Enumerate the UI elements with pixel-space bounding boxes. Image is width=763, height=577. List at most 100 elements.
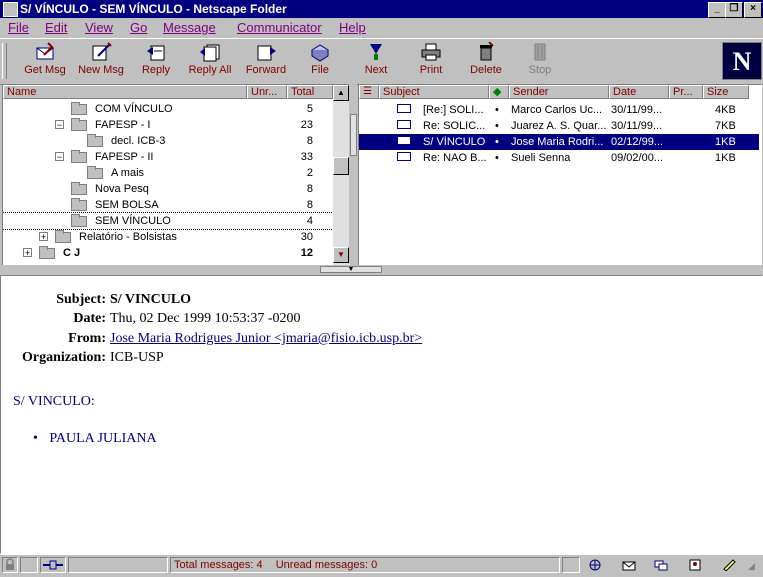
folder-icon (55, 230, 71, 243)
maximize-button[interactable]: ❐ (725, 2, 743, 18)
scroll-down-icon[interactable]: ▼ (333, 247, 349, 263)
progress-box (68, 557, 168, 573)
total-messages: Total messages: 4 (174, 559, 263, 571)
collapse-icon[interactable]: − (55, 120, 64, 130)
message-row[interactable]: Re: NAO B... • Sueli Senna 09/02/00... 1… (359, 150, 759, 166)
folder-row[interactable]: Nova Pesq 8 (3, 181, 333, 197)
sender-column-header[interactable]: Sender (509, 85, 609, 99)
file-icon (311, 44, 329, 62)
address-book-icon[interactable] (688, 559, 702, 571)
menu-go[interactable]: Go (130, 20, 147, 35)
date-value: Thu, 02 Dec 1999 10:53:37 -0200 (110, 311, 301, 326)
netscape-n-icon: N (723, 43, 761, 79)
next-button[interactable]: Next (360, 41, 392, 81)
composer-icon[interactable] (722, 559, 736, 571)
message-row[interactable]: Re: SOLIC... • Juarez A. S. Quar... 30/1… (359, 118, 759, 134)
message-row[interactable]: [Re:] SOLI... • Marco Carlos Uc... 30/11… (359, 102, 759, 118)
status-bar: Total messages: 4 Unread messages: 0 ◢ (0, 554, 763, 577)
delete-icon (480, 42, 494, 61)
folder-row[interactable]: A mais 2 (3, 165, 333, 181)
folder-row[interactable]: + Relatório - Bolsistas 30 (3, 229, 333, 245)
resize-grip-icon[interactable]: ◢ (748, 561, 760, 573)
message-list: [Re:] SOLI... • Marco Carlos Uc... 30/11… (359, 101, 759, 261)
toolbar-grip[interactable] (2, 43, 7, 79)
menu-edit[interactable]: Edit (45, 20, 67, 35)
expand-icon[interactable]: + (23, 248, 32, 258)
folder-name-column-header[interactable]: Name (3, 85, 247, 99)
from-label: From: (68, 331, 106, 346)
message-icon (397, 120, 411, 129)
thread-toggle-icon[interactable]: ☰ (359, 85, 379, 99)
menu-help[interactable]: Help (339, 20, 366, 35)
read-dot-icon[interactable]: • (495, 152, 499, 164)
folder-row-selected[interactable]: SEM VÍNCULO 4 (3, 212, 334, 230)
status-text: Total messages: 4 Unread messages: 0 (170, 557, 560, 573)
folder-unread-column-header[interactable]: Unr... (247, 85, 287, 99)
date-label: Date: (73, 311, 106, 326)
message-row-selected[interactable]: S/ VÍNCULO • Jose Maria Rodri... 02/12/9… (359, 134, 759, 150)
subject-column-header[interactable]: Subject (379, 85, 489, 99)
menu-message[interactable]: Message (163, 20, 216, 35)
unread-messages: Unread messages: 0 (275, 559, 378, 571)
folder-icon (39, 246, 55, 259)
from-link[interactable]: Jose Maria Rodrigues Junior <jmaria@fisi… (110, 331, 422, 347)
reply-all-button[interactable]: Reply All (186, 41, 234, 81)
svg-text:N: N (733, 47, 752, 76)
read-dot-icon[interactable]: • (495, 120, 499, 132)
connection-icon[interactable] (40, 557, 66, 573)
forward-button[interactable]: Forward (243, 41, 289, 81)
folder-total-column-header[interactable]: Total (287, 85, 333, 99)
folder-row[interactable]: − FAPESP - I 23 (3, 117, 333, 133)
inbox-icon[interactable] (622, 559, 636, 571)
file-button[interactable]: File (303, 41, 337, 81)
scroll-up-icon[interactable]: ▲ (333, 85, 349, 101)
menu-communicator[interactable]: Communicator (237, 20, 322, 35)
new-msg-button[interactable]: New Msg (75, 41, 127, 81)
expand-icon[interactable]: + (39, 232, 48, 242)
status-spacer (20, 557, 38, 573)
size-column-header[interactable]: Size (703, 85, 749, 99)
security-lock-icon[interactable] (2, 557, 18, 573)
organization-value: ICB-USP (110, 350, 164, 365)
newsgroups-icon[interactable] (654, 559, 668, 571)
get-msg-button[interactable]: Get Msg (20, 41, 70, 81)
date-column-header[interactable]: Date (609, 85, 669, 99)
folder-row[interactable]: decl. ICB-3 8 (3, 133, 333, 149)
print-button[interactable]: Print (415, 41, 447, 81)
read-status-column-icon[interactable]: ◆ (489, 85, 509, 99)
folder-row[interactable]: SEM BOLSA 8 (3, 197, 333, 213)
read-dot-icon[interactable]: • (495, 104, 499, 116)
message-icon (397, 104, 411, 113)
folder-icon (71, 182, 87, 195)
folder-row[interactable]: COM VÍNCULO 5 (3, 101, 333, 117)
stop-button[interactable]: Stop (525, 41, 555, 81)
open-folder-icon (71, 150, 87, 163)
subject-label: Subject: (56, 292, 106, 307)
vertical-splitter[interactable] (349, 84, 357, 264)
folder-row[interactable]: − FAPESP - II 33 (3, 149, 333, 165)
netscape-logo[interactable]: N (722, 42, 762, 80)
horizontal-splitter[interactable]: ▼ (0, 265, 763, 274)
reply-button[interactable]: Reply (138, 41, 174, 81)
status-spacer (562, 557, 580, 573)
organization-label: Organization: (22, 350, 106, 365)
navigator-icon[interactable] (588, 559, 602, 571)
folder-scrollbar[interactable]: ▲ ▼ (333, 85, 349, 265)
read-dot-icon[interactable]: • (495, 136, 499, 148)
folder-row[interactable]: + C J 12 (3, 245, 333, 261)
folder-icon (87, 166, 103, 179)
menu-file[interactable]: File (8, 20, 29, 35)
message-view-pane: Subject: S/ VINCULO Date: Thu, 02 Dec 19… (0, 275, 763, 554)
delete-button[interactable]: Delete (468, 41, 504, 81)
collapse-icon[interactable]: − (55, 152, 64, 162)
message-list-pane: ☰ Subject ◆ Sender Date Pr... Size [Re:]… (358, 84, 762, 266)
app-icon (3, 2, 18, 17)
message-icon (397, 152, 411, 161)
menu-view[interactable]: View (85, 20, 113, 35)
close-button[interactable]: × (744, 2, 762, 18)
scroll-thumb[interactable] (333, 157, 349, 175)
open-folder-icon (71, 118, 87, 131)
priority-column-header[interactable]: Pr... (669, 85, 703, 99)
menu-bar: File Edit View Go Message Communicator H… (0, 18, 763, 38)
minimize-button[interactable]: _ (708, 2, 726, 18)
